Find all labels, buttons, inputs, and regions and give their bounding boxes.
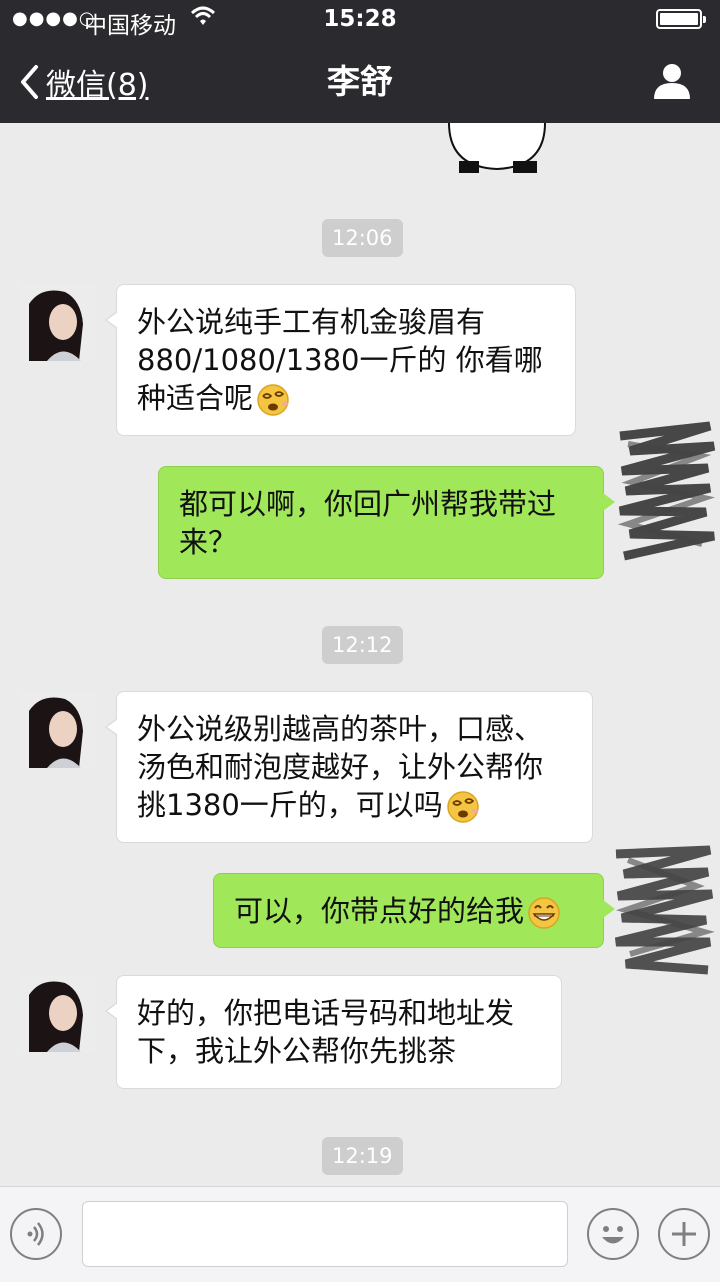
message-line: 种适合呢 xyxy=(137,381,254,415)
more-button[interactable] xyxy=(658,1208,710,1260)
chat-area[interactable]: 12:06 外公说纯手工有机金骏眉有 880/1080/1380一斤的 你看哪 … xyxy=(0,123,720,1186)
voice-toggle-button[interactable] xyxy=(10,1208,62,1260)
chat-title: 李舒 xyxy=(327,62,393,101)
status-bar: ●●●●○ 中国移动 15:28 xyxy=(0,0,720,40)
dizzy-face-emoji-icon xyxy=(257,384,289,416)
message-bubble-received[interactable]: 外公说纯手工有机金骏眉有 880/1080/1380一斤的 你看哪 种适合呢 xyxy=(105,284,576,436)
message-input[interactable] xyxy=(82,1201,568,1267)
message-bubble-received[interactable]: 外公说级别越高的茶叶，口感、 汤色和耐泡度越好，让外公帮你 挑1380一斤的，可… xyxy=(105,691,593,843)
message-line: 来？ xyxy=(179,525,238,559)
emoji-button[interactable] xyxy=(587,1208,639,1260)
message-bubble-sent[interactable]: 可以，你带点好的给我 xyxy=(213,873,615,948)
plus-icon xyxy=(672,1222,696,1246)
message-line: 外公说级别越高的茶叶，口感、 xyxy=(137,712,544,746)
message-line: 外公说纯手工有机金骏眉有 xyxy=(137,305,486,339)
avatar[interactable] xyxy=(19,691,96,768)
message-line: 下，我让外公帮你先挑茶 xyxy=(137,1034,457,1068)
timestamp: 12:19 xyxy=(322,1137,403,1175)
battery-icon xyxy=(656,9,706,29)
message-line: 可以，你带点好的给我 xyxy=(234,894,525,928)
top-bar: ●●●●○ 中国移动 15:28 微信(8) 李舒 xyxy=(0,0,720,123)
message-line: 汤色和耐泡度越好，让外公帮你 xyxy=(137,750,544,784)
timestamp: 12:12 xyxy=(322,626,403,664)
smiley-icon xyxy=(602,1226,624,1244)
profile-icon[interactable] xyxy=(652,62,692,100)
scribbled-avatar xyxy=(614,845,715,975)
message-line: 好的，你把电话号码和地址发 xyxy=(137,996,515,1030)
grin-emoji-icon xyxy=(528,897,560,929)
message-line: 都可以啊，你回广州帮我带过 xyxy=(179,487,557,521)
message-bubble-received[interactable]: 好的，你把电话号码和地址发 下，我让外公帮你先挑茶 xyxy=(105,975,562,1089)
avatar[interactable] xyxy=(19,284,96,361)
message-bubble-sent[interactable]: 都可以啊，你回广州帮我带过 来？ xyxy=(158,466,615,579)
dizzy-face-emoji-icon xyxy=(447,791,479,823)
message-line: 挑1380一斤的，可以吗 xyxy=(137,788,443,822)
status-clock: 15:28 xyxy=(323,6,397,32)
scribbled-avatar xyxy=(617,421,716,561)
timestamp: 12:06 xyxy=(322,219,403,257)
message-line: 880/1080/1380一斤的 你看哪 xyxy=(137,343,543,377)
voice-icon xyxy=(27,1222,44,1246)
input-bar xyxy=(0,1186,720,1282)
partial-avatar xyxy=(448,123,546,173)
avatar[interactable] xyxy=(19,975,96,1052)
